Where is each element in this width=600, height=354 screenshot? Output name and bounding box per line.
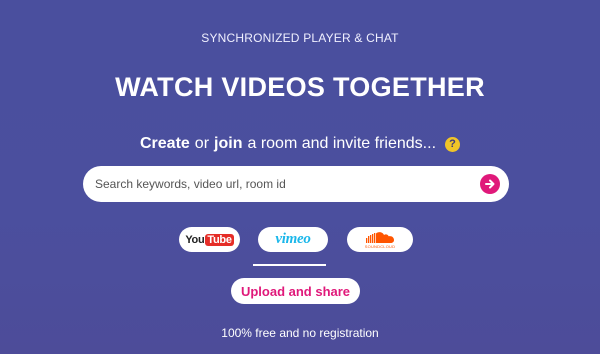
provider-youtube-button[interactable]: You Tube [179,227,240,252]
search-input[interactable] [93,168,467,200]
page-title: WATCH VIDEOS TOGETHER [115,72,485,102]
tagline: SYNCHRONIZED PLAYER & CHAT [201,31,399,45]
selected-provider-indicator [253,264,326,266]
intro-text: Create or join a room and invite friends… [0,135,600,153]
join-text: join [214,135,243,152]
youtube-logo: You Tube [185,233,234,246]
search-box [83,166,509,202]
soundcloud-logo-text: SOUNDCLOUD [364,243,396,249]
upload-and-share-button[interactable]: Upload and share [231,278,360,304]
youtube-logo-tube: Tube [205,233,234,246]
footer-note: 100% free and no registration [221,326,379,340]
or-text: or [194,135,210,152]
provider-vimeo-button[interactable]: vimeo [258,227,328,252]
provider-soundcloud-button[interactable]: SOUNDCLOUD [347,227,413,252]
arrow-right-circle-icon [485,179,495,189]
youtube-logo-you: You [185,233,205,246]
soundcloud-cloud-icon [365,231,394,243]
create-text: Create [139,135,190,152]
vimeo-logo: vimeo [275,231,311,247]
help-icon[interactable]: ? [445,136,461,152]
soundcloud-logo: SOUNDCLOUD [365,231,395,249]
intro-rest-text: a room and invite friends... [247,135,437,152]
search-submit-button[interactable] [480,174,500,194]
